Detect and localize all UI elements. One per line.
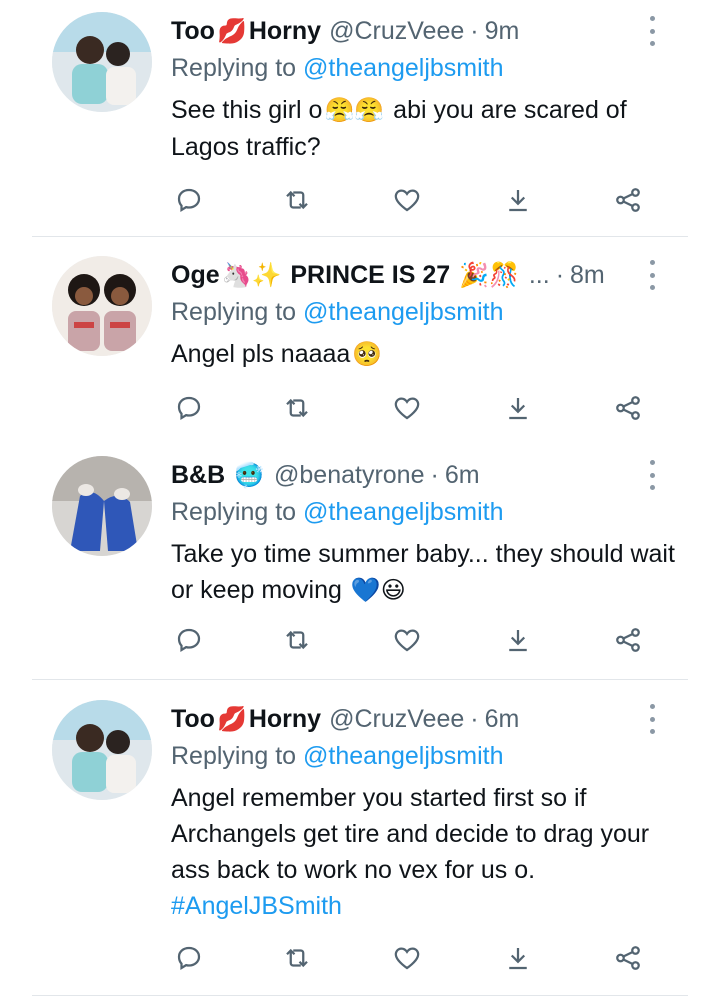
divider	[32, 679, 688, 680]
timestamp[interactable]: 6m	[485, 705, 520, 734]
tweet-header: Too💋Horny @CruzVeee · 9m	[171, 14, 519, 48]
divider	[32, 995, 688, 996]
replying-to: Replying to @theangeljbsmith	[171, 742, 504, 771]
retweet-icon[interactable]	[279, 622, 315, 658]
mention-link[interactable]: @theangeljbsmith	[303, 742, 504, 770]
display-name[interactable]: B&B 🥶	[171, 461, 266, 490]
avatar[interactable]	[52, 700, 152, 800]
separator-dot: ·	[470, 16, 479, 45]
tweet-2[interactable]: Oge🦄✨ PRINCE IS 27 🎉🎊 ... · 8m Replying …	[0, 244, 720, 444]
replying-prefix: Replying to	[171, 54, 297, 82]
mention-link[interactable]: @theangeljbsmith	[303, 298, 504, 326]
replying-prefix: Replying to	[171, 742, 297, 770]
reply-icon[interactable]	[171, 622, 207, 658]
tweet-header: B&B 🥶 @benatyrone · 6m	[171, 458, 480, 492]
replying-prefix: Replying to	[171, 498, 297, 526]
tweet-header: Too💋Horny @CruzVeee · 6m	[171, 702, 519, 736]
tweet-1[interactable]: Too💋Horny @CruzVeee · 9m Replying to @th…	[0, 0, 720, 236]
share-icon[interactable]	[610, 390, 646, 426]
share-icon[interactable]	[610, 940, 646, 976]
more-icon[interactable]	[640, 704, 664, 734]
action-bar	[0, 390, 720, 430]
retweet-icon[interactable]	[279, 390, 315, 426]
kiss-emoji: 💋	[216, 17, 247, 45]
separator-dot: ·	[430, 460, 439, 489]
replying-to: Replying to @theangeljbsmith	[171, 498, 504, 527]
pleading-emoji: 🥺	[352, 341, 383, 368]
avatar[interactable]	[52, 12, 152, 112]
user-handle[interactable]: @benatyrone	[274, 461, 424, 490]
tweet-header: Oge🦄✨ PRINCE IS 27 🎉🎊 ... · 8m	[171, 258, 605, 292]
share-icon[interactable]	[610, 622, 646, 658]
reply-icon[interactable]	[171, 940, 207, 976]
more-icon[interactable]	[640, 260, 664, 290]
cold-face-emoji: 🥶	[234, 461, 265, 489]
user-handle[interactable]: @CruzVeee	[329, 705, 464, 734]
party-emoji: 🎉🎊	[459, 261, 519, 289]
tweet-3[interactable]: B&B 🥶 @benatyrone · 6m Replying to @thea…	[0, 444, 720, 679]
more-icon[interactable]	[640, 16, 664, 46]
unicorn-sparkles-emoji: 🦄✨	[221, 261, 282, 289]
replying-prefix: Replying to	[171, 298, 297, 326]
tweet-text: Angel remember you started first so if A…	[171, 784, 650, 920]
truncated-handle: ...	[528, 260, 550, 289]
like-icon[interactable]	[389, 390, 425, 426]
hashtag-link[interactable]: #AngelJBSmith	[171, 892, 342, 920]
retweet-icon[interactable]	[279, 940, 315, 976]
tweet-text: See this girl o😤😤 abi you are scared of …	[171, 92, 681, 165]
download-icon[interactable]	[500, 622, 536, 658]
mention-link[interactable]: @theangeljbsmith	[303, 54, 504, 82]
timestamp[interactable]: 9m	[485, 17, 520, 46]
display-name[interactable]: Too💋Horny	[171, 705, 321, 734]
download-icon[interactable]	[500, 390, 536, 426]
download-icon[interactable]	[500, 940, 536, 976]
reply-icon[interactable]	[171, 182, 207, 218]
tweet-text: Take yo time summer baby... they should …	[171, 536, 681, 609]
divider	[32, 236, 688, 237]
separator-dot: ·	[555, 260, 565, 289]
kiss-emoji: 💋	[216, 705, 247, 733]
reply-icon[interactable]	[171, 390, 207, 426]
display-name[interactable]: Oge🦄✨ PRINCE IS 27 🎉🎊	[171, 261, 521, 290]
share-icon[interactable]	[610, 182, 646, 218]
more-icon[interactable]	[640, 460, 664, 490]
like-icon[interactable]	[389, 940, 425, 976]
display-name[interactable]: Too💋Horny	[171, 17, 321, 46]
mention-link[interactable]: @theangeljbsmith	[303, 498, 504, 526]
tweet-text: Angel pls naaaa🥺	[171, 336, 681, 373]
action-bar	[0, 182, 720, 222]
tweet-4[interactable]: Too💋Horny @CruzVeee · 6m Replying to @th…	[0, 688, 720, 994]
avatar[interactable]	[52, 456, 152, 556]
replying-to: Replying to @theangeljbsmith	[171, 298, 504, 327]
retweet-icon[interactable]	[279, 182, 315, 218]
user-handle[interactable]: @CruzVeee	[329, 17, 464, 46]
body-emoji: 😤😤	[324, 97, 385, 124]
avatar[interactable]	[52, 256, 152, 356]
action-bar	[0, 622, 720, 662]
separator-dot: ·	[470, 704, 479, 733]
action-bar	[0, 940, 720, 980]
timestamp[interactable]: 8m	[570, 261, 605, 290]
timestamp[interactable]: 6m	[445, 461, 480, 490]
heart-smile-emoji: 💙😃	[350, 577, 406, 604]
download-icon[interactable]	[500, 182, 536, 218]
like-icon[interactable]	[389, 622, 425, 658]
replying-to: Replying to @theangeljbsmith	[171, 54, 504, 83]
like-icon[interactable]	[389, 182, 425, 218]
